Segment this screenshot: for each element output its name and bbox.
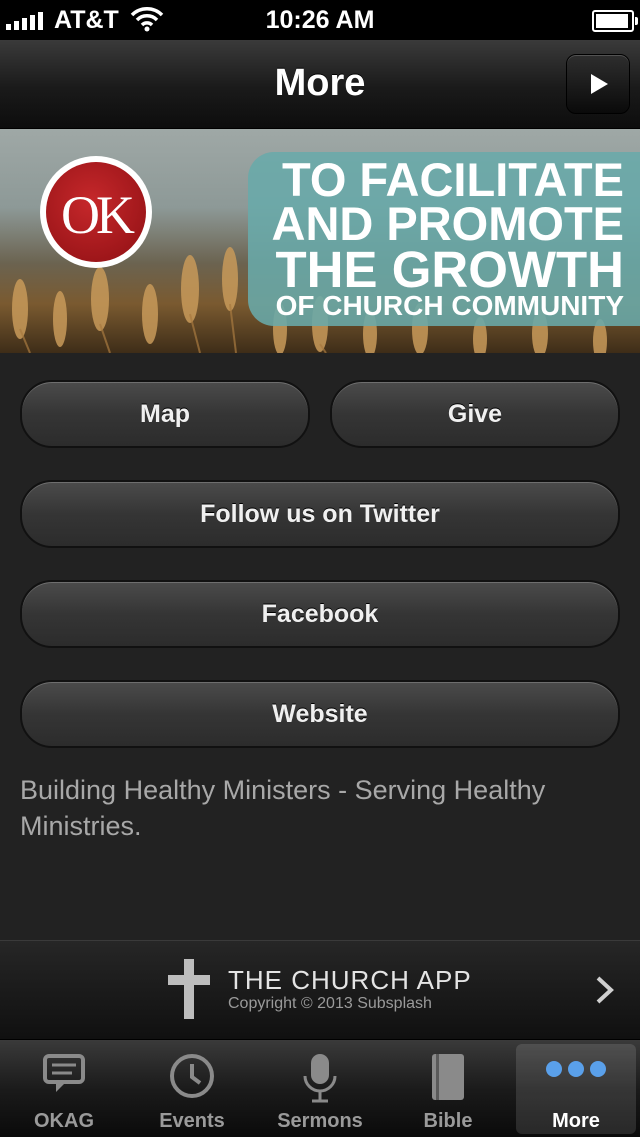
tagline-line-4: OF CHURCH COMMUNITY bbox=[275, 290, 624, 321]
church-app-footer[interactable]: THE CHURCH APP Copyright © 2013 Subsplas… bbox=[0, 940, 640, 1039]
clock-time: 10:26 AM bbox=[265, 6, 375, 34]
book-icon bbox=[432, 1054, 464, 1100]
play-icon bbox=[591, 74, 608, 94]
microphone-icon bbox=[303, 1054, 337, 1103]
nav-bar: More bbox=[0, 40, 640, 129]
status-bar: AT&T 10:26 AM bbox=[0, 0, 640, 40]
page-title: More bbox=[274, 62, 366, 104]
chevron-right-icon bbox=[596, 976, 614, 1004]
tab-more[interactable]: More bbox=[516, 1044, 636, 1134]
tab-bar: OKAG Events Sermons Bible More bbox=[0, 1039, 640, 1137]
description-text: Building Healthy Ministers - Serving Hea… bbox=[20, 775, 546, 841]
map-button[interactable]: Map bbox=[20, 380, 310, 448]
banner-tagline: TO FACILITATE AND PROMOTE THE GROWTH OF … bbox=[248, 152, 640, 326]
give-button[interactable]: Give bbox=[330, 380, 620, 448]
cross-icon bbox=[168, 959, 210, 1019]
now-playing-button[interactable] bbox=[566, 54, 630, 114]
tab-sermons[interactable]: Sermons bbox=[256, 1040, 384, 1137]
footer-copyright: Copyright © 2013 Subsplash bbox=[228, 995, 432, 1012]
website-button[interactable]: Website bbox=[20, 680, 620, 748]
twitter-button[interactable]: Follow us on Twitter bbox=[20, 480, 620, 548]
okag-logo: OK bbox=[40, 156, 152, 268]
footer-app-title: THE CHURCH APP bbox=[228, 965, 472, 995]
chat-bubble-icon bbox=[43, 1054, 85, 1092]
more-dots-icon bbox=[546, 1061, 606, 1077]
facebook-button[interactable]: Facebook bbox=[20, 580, 620, 648]
clock-icon bbox=[170, 1054, 214, 1098]
tab-events[interactable]: Events bbox=[128, 1040, 256, 1137]
tab-okag[interactable]: OKAG bbox=[0, 1040, 128, 1137]
battery-icon bbox=[592, 10, 638, 32]
tab-bible[interactable]: Bible bbox=[384, 1040, 512, 1137]
